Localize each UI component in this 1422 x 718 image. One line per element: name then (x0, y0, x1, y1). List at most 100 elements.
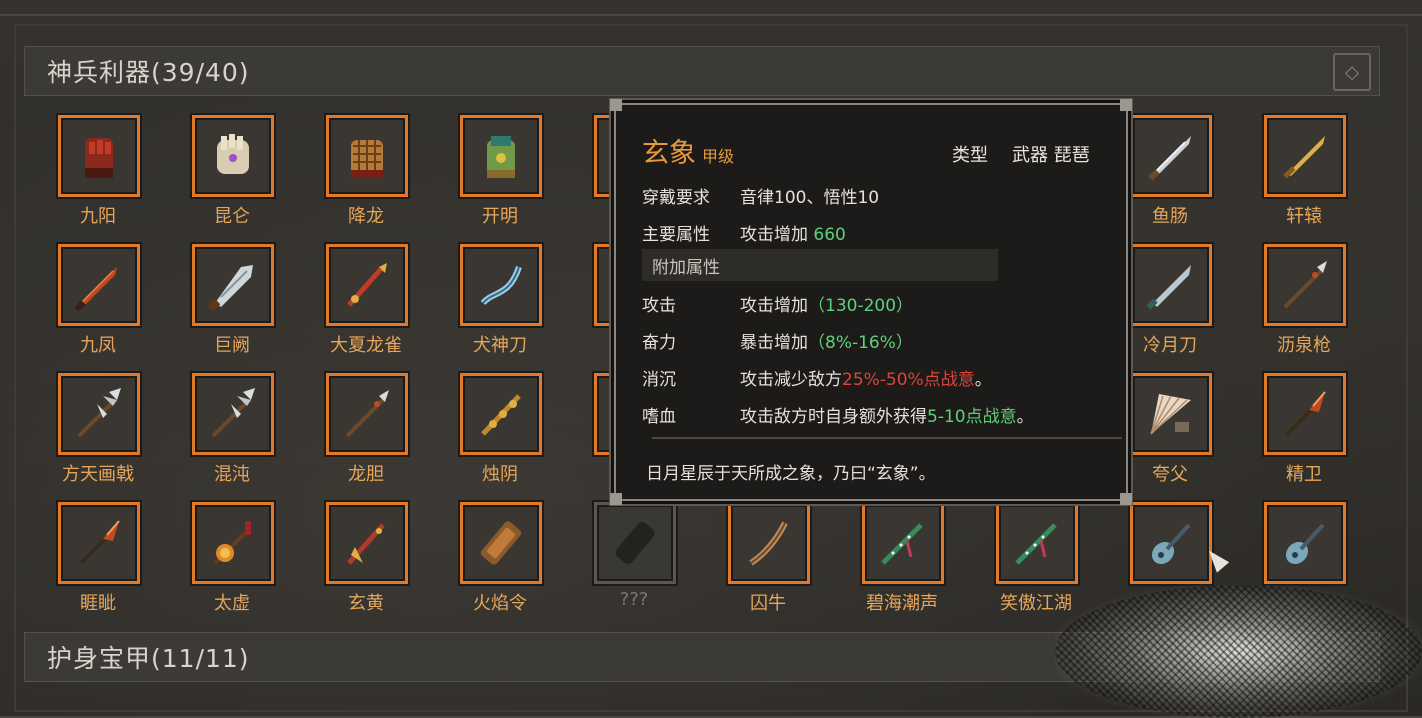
main-attr-label: 主要属性 (642, 225, 710, 245)
corner-ornament (1120, 99, 1132, 111)
weapon-slot[interactable]: ??? (584, 499, 684, 627)
main-attr-value: 660 (813, 225, 846, 245)
extra-attr-value: （130-200） (808, 296, 914, 316)
weapon-slot-frame[interactable] (326, 115, 408, 197)
tooltip-type-label: 类型 (952, 145, 988, 166)
weapon-name: 轩辕 (1286, 206, 1322, 227)
weapon-slot[interactable]: 方天画戟 (48, 370, 148, 498)
weapon-slot-frame[interactable] (996, 502, 1078, 584)
weapon-slot[interactable]: 沥泉枪 (1254, 241, 1354, 369)
weapon-slot[interactable]: 九阳 (48, 112, 148, 240)
weapon-slot[interactable]: 精卫 (1254, 370, 1354, 498)
corner-ornament (610, 493, 622, 505)
weapon-slot-frame[interactable] (1264, 115, 1346, 197)
weapon-name: 昆仑 (214, 206, 250, 227)
weapon-slot[interactable]: 昆仑 (182, 112, 282, 240)
weapon-slot[interactable]: 开明 (450, 112, 550, 240)
weapon-slot-frame[interactable] (460, 244, 542, 326)
weapon-slot[interactable]: 巨阙 (182, 241, 282, 369)
weapon-slot[interactable]: 烛阴 (450, 370, 550, 498)
extra-attr-value: 5-10点战意 (927, 407, 1017, 427)
weapon-name: 开明 (482, 206, 518, 227)
weapon-slot-frame[interactable] (192, 502, 274, 584)
weapon-slot[interactable]: 碧海潮声 (852, 499, 952, 627)
weapon-slot[interactable]: 九凤 (48, 241, 148, 369)
weapon-slot-frame[interactable] (58, 502, 140, 584)
weapon-slot-frame[interactable] (728, 502, 810, 584)
weapon-slot[interactable]: 混沌 (182, 370, 282, 498)
weapon-name: 混沌 (214, 464, 250, 485)
extra-attr-text: 暴击增加 (740, 333, 808, 353)
weapon-name: 玄黄 (348, 593, 384, 614)
main-attr-value-line: 攻击增加 660 (740, 220, 846, 245)
weapon-slot-frame[interactable] (192, 373, 274, 455)
weapon-name: ??? (619, 589, 649, 610)
weapon-slot-frame[interactable] (1264, 502, 1346, 584)
ornament-icon: ◇ (1333, 53, 1371, 91)
weapons-section-header[interactable]: 神兵利器(39/40) ◇ (24, 46, 1380, 96)
extra-attr-value-line: 攻击敌方时自身额外获得5-10点战意。 (740, 402, 1034, 427)
tooltip-type-value: 武器 琵琶 (1012, 145, 1090, 166)
weapon-slot[interactable]: 龙胆 (316, 370, 416, 498)
weapon-slot[interactable]: 鱼肠 (1120, 112, 1220, 240)
weapon-slot-frame[interactable] (326, 502, 408, 584)
weapon-slot-frame[interactable] (192, 244, 274, 326)
weapon-slot-frame[interactable] (58, 244, 140, 326)
weapon-slot-frame[interactable] (1130, 373, 1212, 455)
extra-attr-text: 攻击敌方时自身额外获得 (740, 407, 927, 427)
extra-attr-text: 攻击减少敌方 (740, 370, 842, 390)
extra-attr-title: 附加属性 (652, 258, 720, 278)
extra-attr-label: 嗜血 (642, 407, 676, 427)
weapon-slot-frame[interactable] (1264, 373, 1346, 455)
weapon-slot-frame[interactable] (460, 115, 542, 197)
weapon-slot[interactable]: 轩辕 (1254, 112, 1354, 240)
extra-attr-value-line: 攻击减少敌方25%-50%点战意。 (740, 365, 992, 390)
weapon-name: 龙胆 (348, 464, 384, 485)
tooltip-divider (652, 437, 1122, 439)
weapon-name: 精卫 (1286, 464, 1322, 485)
weapon-name: 睚眦 (80, 593, 116, 614)
weapon-slot[interactable]: 太虚 (182, 499, 282, 627)
weapon-slot-frame[interactable] (460, 373, 542, 455)
weapon-slot[interactable]: 睚眦 (48, 499, 148, 627)
weapon-slot[interactable]: 冷月刀 (1120, 241, 1220, 369)
tooltip-item-name: 玄象 (642, 138, 696, 169)
weapon-name: 囚牛 (750, 593, 786, 614)
weapon-slot[interactable]: 降龙 (316, 112, 416, 240)
weapon-slot-frame[interactable] (460, 502, 542, 584)
weapon-name: 犬神刀 (473, 335, 527, 356)
weapon-slot[interactable]: 玄黄 (316, 499, 416, 627)
weapon-name: 方天画戟 (62, 464, 134, 485)
extra-attr-suffix: 。 (1016, 407, 1034, 427)
weapon-name: 九凤 (80, 335, 116, 356)
weapon-slot[interactable]: 大夏龙雀 (316, 241, 416, 369)
weapon-slot-frame[interactable] (326, 373, 408, 455)
extra-attr-text: 攻击增加 (740, 296, 808, 316)
weapon-slot-frame[interactable] (58, 115, 140, 197)
weapon-slot-frame[interactable] (58, 373, 140, 455)
weapon-slot-frame[interactable] (1130, 502, 1212, 584)
requirement-label: 穿戴要求 (642, 188, 710, 208)
tooltip-item-grade: 甲级 (702, 147, 735, 166)
weapon-slot[interactable]: 囚牛 (718, 499, 818, 627)
requirement-value: 音律100、悟性10 (740, 188, 880, 208)
weapon-name: 沥泉枪 (1277, 335, 1331, 356)
extra-attr-suffix: 。 (974, 370, 992, 390)
weapons-section-title: 神兵利器(39/40) (47, 58, 250, 87)
extra-attr-label: 攻击 (642, 296, 676, 316)
weapon-slot-frame[interactable] (1130, 115, 1212, 197)
weapon-slot-frame[interactable] (594, 502, 676, 584)
weapon-slot-frame[interactable] (326, 244, 408, 326)
weapon-slot[interactable]: 犬神刀 (450, 241, 550, 369)
weapon-name: 大夏龙雀 (330, 335, 402, 356)
item-tooltip: 玄象 甲级 类型 武器 琵琶 穿戴要求 音律100、悟性10 主要属性 攻击增加… (610, 99, 1132, 505)
weapon-slot-frame[interactable] (1264, 244, 1346, 326)
weapon-name: 冷月刀 (1143, 335, 1197, 356)
weapon-slot[interactable]: 夸父 (1120, 370, 1220, 498)
weapon-slot[interactable]: 火焰令 (450, 499, 550, 627)
weapon-slot-frame[interactable] (1130, 244, 1212, 326)
weapon-slot-frame[interactable] (862, 502, 944, 584)
weapon-name: 鱼肠 (1152, 206, 1188, 227)
weapon-slot-frame[interactable] (192, 115, 274, 197)
extra-attr-label: 消沉 (642, 370, 676, 390)
